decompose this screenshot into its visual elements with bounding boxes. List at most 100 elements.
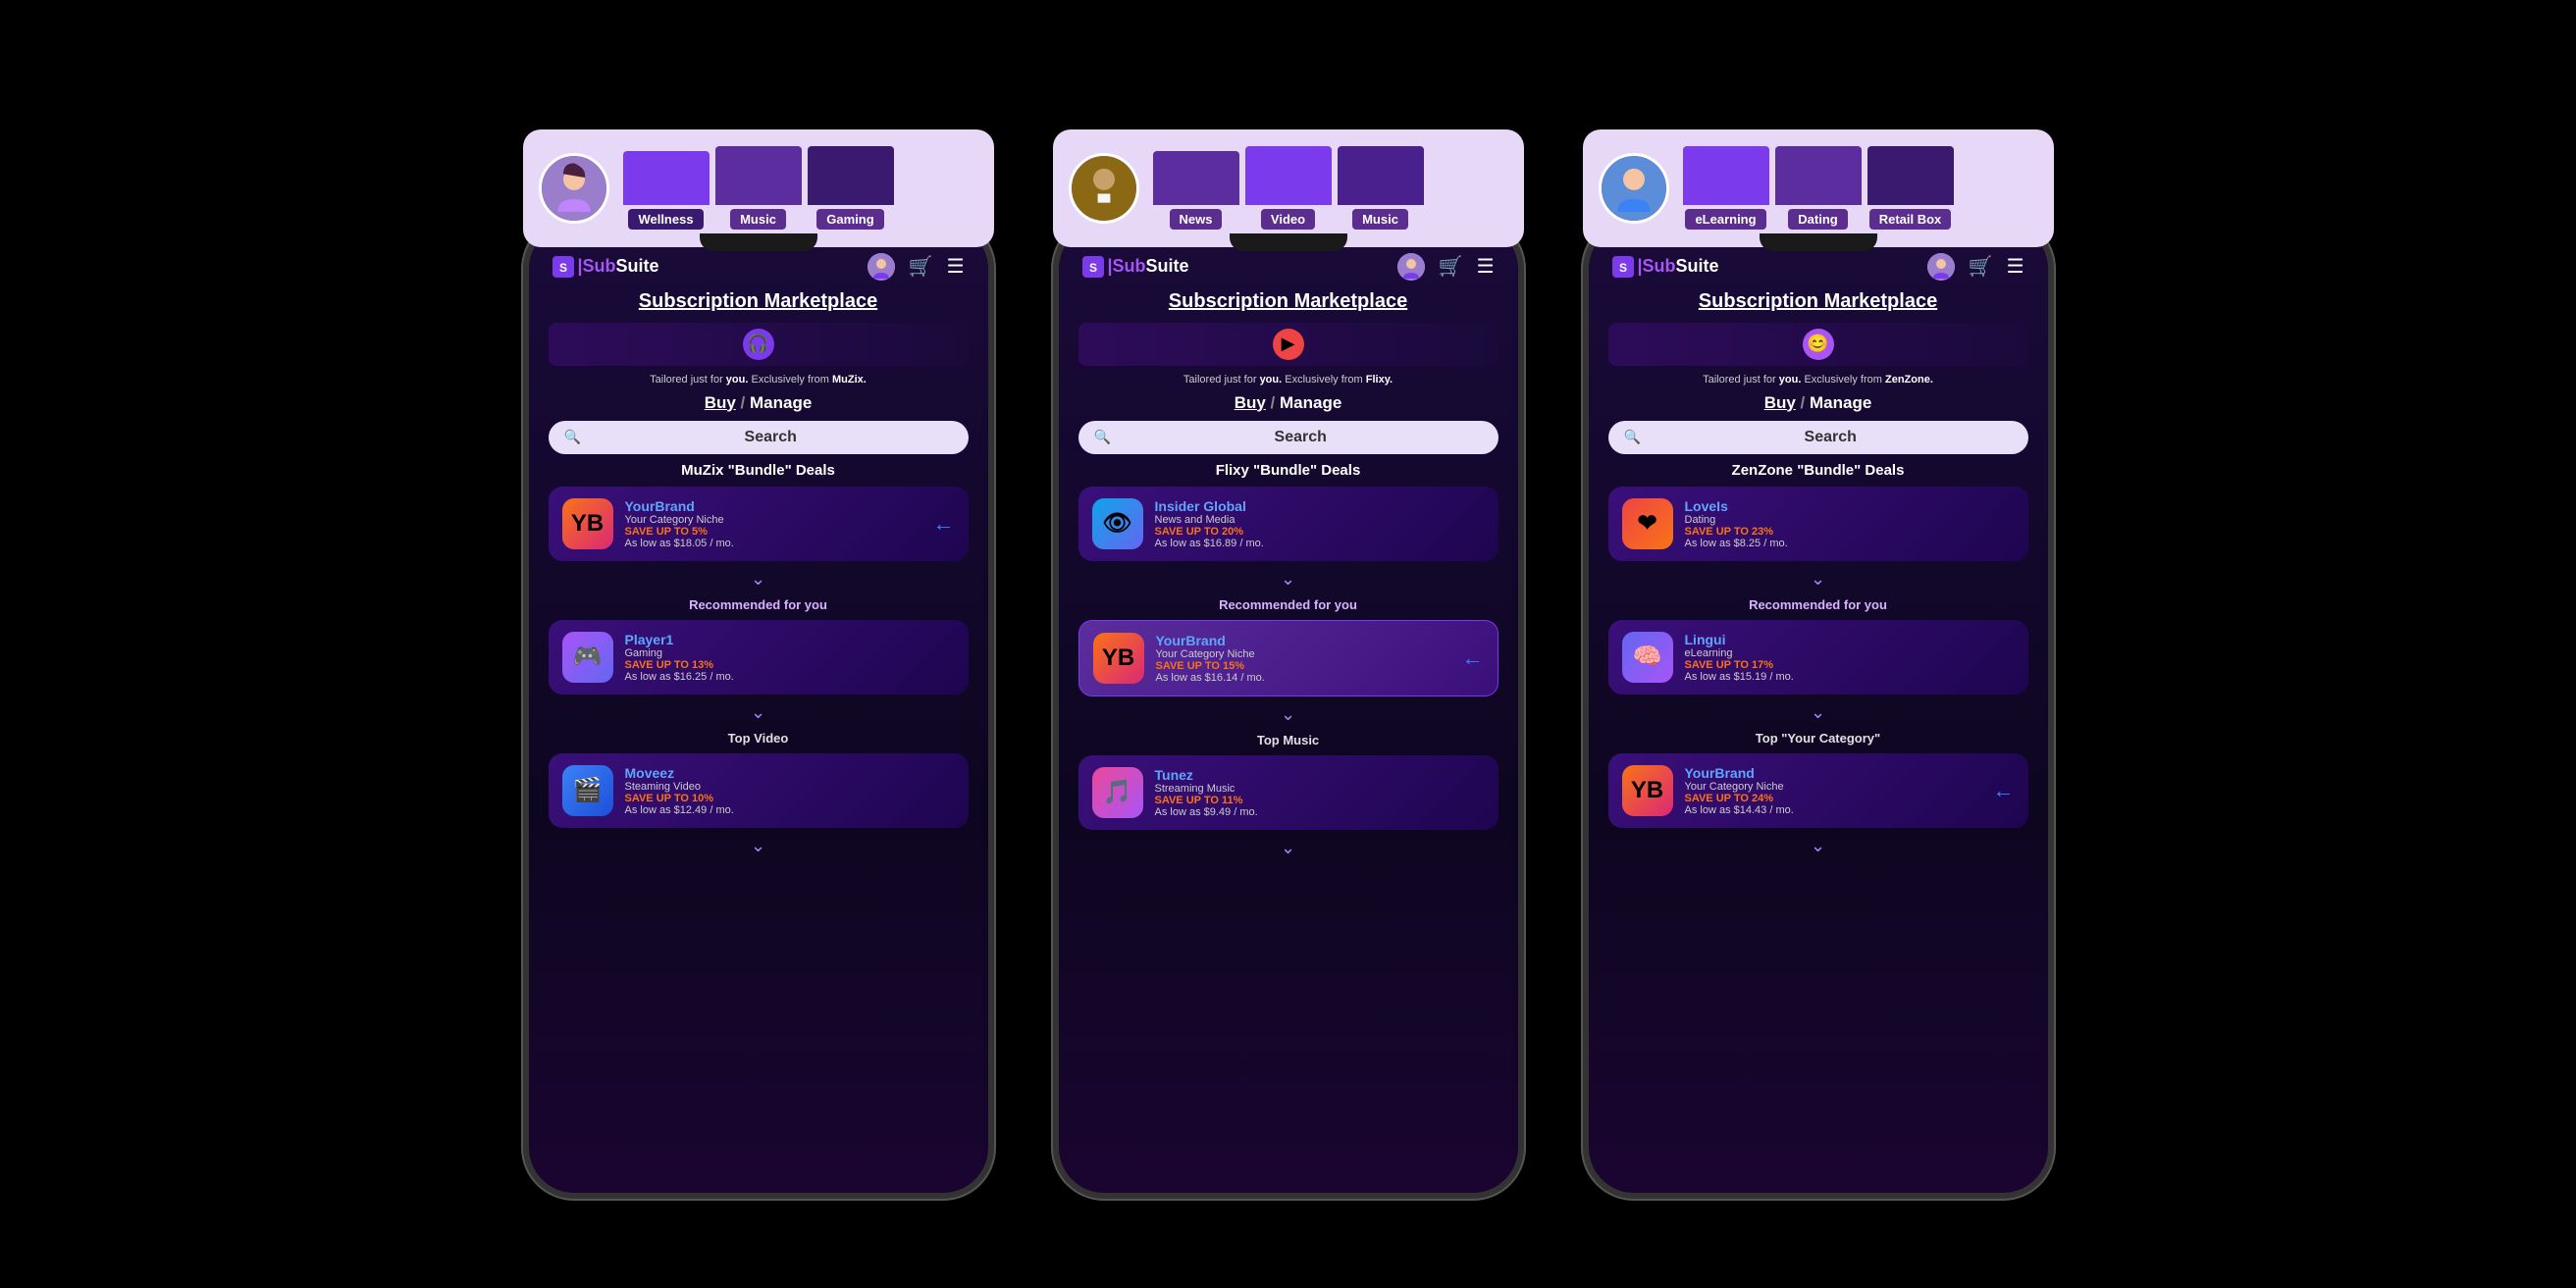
phone-frame: S|SubSuite 🛒 ☰ Subscription Marketplace ▶…: [1053, 218, 1524, 1199]
deal-name: Tunez: [1155, 767, 1485, 783]
deal-subtitle: Your Category Niche: [1685, 781, 1981, 793]
header-icons: 🛒 ☰: [1397, 253, 1495, 281]
bar-label: Wellness: [628, 209, 703, 230]
phone-screen: S|SubSuite 🛒 ☰ Subscription Marketplace😊…: [1589, 224, 2048, 1193]
deal-save: SAVE UP TO 10%: [625, 793, 955, 804]
phone-frame: S|SubSuite 🛒 ☰ Subscription Marketplace🎧…: [523, 218, 994, 1199]
menu-icon[interactable]: ☰: [1477, 254, 1495, 279]
tailored-text: Tailored just for you. Exclusively from …: [1608, 374, 2028, 386]
logo-icon: S: [1082, 256, 1104, 278]
chevron-down-3[interactable]: ⌄: [549, 836, 969, 856]
chevron-down-2[interactable]: ⌄: [1608, 702, 2028, 723]
search-bar[interactable]: 🔍Search: [1078, 421, 1498, 454]
search-icon: 🔍: [564, 429, 581, 445]
deal-info: Player1GamingSAVE UP TO 13%As low as $16…: [625, 632, 955, 683]
chevron-down-1[interactable]: ⌄: [549, 569, 969, 590]
deal-price: As low as $16.14 / mo.: [1156, 672, 1450, 684]
tailored-text: Tailored just for you. Exclusively from …: [1078, 374, 1498, 386]
header-avatar[interactable]: [1927, 253, 1955, 281]
marketplace-title: Subscription Marketplace: [1078, 290, 1498, 313]
chart-bar: [1683, 146, 1769, 205]
buy-manage: Buy / Manage: [549, 393, 969, 413]
manage-link[interactable]: Manage: [1810, 393, 1871, 412]
chevron-down-1[interactable]: ⌄: [1078, 569, 1498, 590]
logo-icon: S: [1612, 256, 1634, 278]
phone-screen: S|SubSuite 🛒 ☰ Subscription Marketplace🎧…: [529, 224, 988, 1193]
chevron-down-2[interactable]: ⌄: [1078, 704, 1498, 725]
manage-link[interactable]: Manage: [1280, 393, 1341, 412]
top-section-title: Top Music: [1078, 733, 1498, 747]
svg-text:S: S: [558, 261, 566, 275]
buy-link[interactable]: Buy: [705, 393, 736, 412]
marketplace-title: Subscription Marketplace: [1608, 290, 2028, 313]
deal-logo: YB: [1093, 633, 1144, 684]
deal-save: SAVE UP TO 24%: [1685, 793, 1981, 804]
manage-link[interactable]: Manage: [750, 393, 812, 412]
deal-name: LoveIs: [1685, 498, 2015, 514]
tailored-text: Tailored just for you. Exclusively from …: [549, 374, 969, 386]
search-bar[interactable]: 🔍Search: [1608, 421, 2028, 454]
search-label: Search: [1649, 429, 2013, 446]
screen-content: Subscription Marketplace ▶ Tailored just f…: [1059, 290, 1518, 1193]
bar-group: Dating: [1775, 146, 1862, 230]
recommended-card[interactable]: YBYourBrandYour Category NicheSAVE UP TO…: [1078, 620, 1498, 696]
top-card[interactable]: YBYourBrandYour Category NicheSAVE UP TO…: [1608, 753, 2028, 828]
bundle-card[interactable]: ❤LoveIsDatingSAVE UP TO 23%As low as $8.…: [1608, 487, 2028, 561]
deal-name: YourBrand: [1156, 633, 1450, 648]
bar-label: eLearning: [1685, 209, 1765, 230]
banner-avatar: [539, 153, 609, 224]
bar-label: Video: [1261, 209, 1315, 230]
search-icon: 🔍: [1094, 429, 1111, 445]
deal-name: YourBrand: [1685, 765, 1981, 781]
menu-icon[interactable]: ☰: [2007, 254, 2024, 279]
chevron-down-3[interactable]: ⌄: [1078, 838, 1498, 858]
recommended-card[interactable]: 🧠LinguieLearningSAVE UP TO 17%As low as …: [1608, 620, 2028, 695]
deal-subtitle: Dating: [1685, 514, 2015, 526]
top-section-title: Top "Your Category": [1608, 731, 2028, 746]
cart-icon[interactable]: 🛒: [1439, 254, 1463, 279]
phone-screen: S|SubSuite 🛒 ☰ Subscription Marketplace ▶…: [1059, 224, 1518, 1193]
deal-info: Insider GlobalNews and MediaSAVE UP TO 2…: [1155, 498, 1485, 549]
chevron-down-3[interactable]: ⌄: [1608, 836, 2028, 856]
chevron-down-1[interactable]: ⌄: [1608, 569, 2028, 590]
header-avatar[interactable]: [867, 253, 895, 281]
buy-link[interactable]: Buy: [1235, 393, 1266, 412]
banner-card: WellnessMusicGaming: [523, 129, 994, 247]
banner-service-icon: 🎧: [743, 329, 774, 360]
deal-info: YourBrandYour Category NicheSAVE UP TO 1…: [1156, 633, 1450, 684]
phone-notch: [700, 233, 817, 251]
search-bar[interactable]: 🔍Search: [549, 421, 969, 454]
bundle-title: MuZix "Bundle" Deals: [549, 462, 969, 479]
deal-logo: 🧠: [1622, 632, 1673, 683]
header-avatar[interactable]: [1397, 253, 1425, 281]
header-icons: 🛒 ☰: [867, 253, 965, 281]
logo-icon: S: [552, 256, 574, 278]
buy-manage: Buy / Manage: [1078, 393, 1498, 413]
top-card[interactable]: 🎬MoveezSteaming VideoSAVE UP TO 10%As lo…: [549, 753, 969, 828]
deal-price: As low as $18.05 / mo.: [625, 538, 921, 549]
icon-banner: 😊: [1608, 323, 2028, 366]
deal-logo: 🎵: [1092, 767, 1143, 818]
recommended-title: Recommended for you: [1608, 597, 2028, 612]
bar-group: Wellness: [623, 146, 710, 230]
deal-save: SAVE UP TO 5%: [625, 526, 921, 538]
cart-icon[interactable]: 🛒: [909, 254, 933, 279]
chart-bar: [1153, 151, 1239, 205]
marketplace-title: Subscription Marketplace: [549, 290, 969, 313]
phones-container: WellnessMusicGamingS|SubSuite 🛒 ☰ Subscr…: [523, 90, 2054, 1199]
banner-service-icon: ▶: [1273, 329, 1304, 360]
banner-avatar: [1599, 153, 1669, 224]
chevron-down-2[interactable]: ⌄: [549, 702, 969, 723]
deal-logo: 👁: [1092, 498, 1143, 549]
buy-link[interactable]: Buy: [1764, 393, 1796, 412]
logo-text: |SubSuite: [1108, 256, 1189, 277]
bundle-card[interactable]: YBYourBrandYour Category NicheSAVE UP TO…: [549, 487, 969, 561]
top-card[interactable]: 🎵TunezStreaming MusicSAVE UP TO 11%As lo…: [1078, 755, 1498, 830]
recommended-card[interactable]: 🎮Player1GamingSAVE UP TO 13%As low as $1…: [549, 620, 969, 695]
menu-icon[interactable]: ☰: [947, 254, 965, 279]
icon-banner: ▶: [1078, 323, 1498, 366]
deal-save: SAVE UP TO 20%: [1155, 526, 1485, 538]
icon-banner: 🎧: [549, 323, 969, 366]
cart-icon[interactable]: 🛒: [1969, 254, 1993, 279]
bundle-card[interactable]: 👁Insider GlobalNews and MediaSAVE UP TO …: [1078, 487, 1498, 561]
